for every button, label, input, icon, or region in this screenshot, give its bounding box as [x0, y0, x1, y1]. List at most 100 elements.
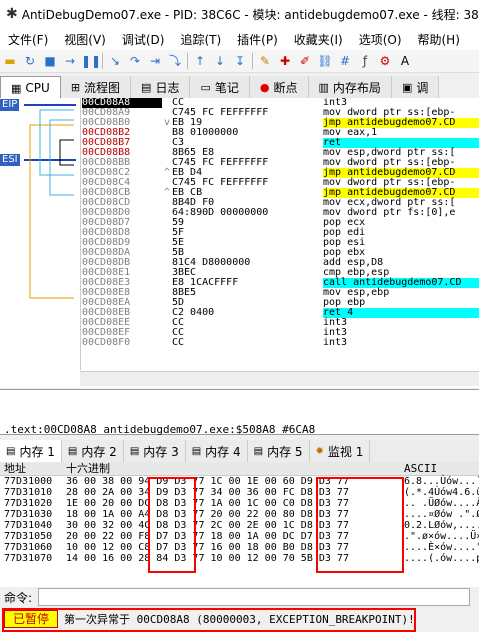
dump-address: 77D31060	[4, 542, 53, 553]
menu-plugins[interactable]: 插件(P)	[229, 31, 286, 48]
toolbar-separator	[102, 53, 103, 69]
disasm-row[interactable]: 00CD08D8 5F pop edi	[80, 228, 479, 238]
cpu-icon: ▦	[11, 81, 22, 95]
dump-address: 77D31040	[4, 520, 53, 531]
restart-icon[interactable]: ↻	[21, 53, 39, 69]
disasm-row[interactable]: 00CD08D0 64:890D 00000000 mov dword ptr fs…	[80, 208, 479, 218]
tab-memory-5[interactable]: ▤ 内存 5	[248, 440, 310, 462]
dump-address: 77D31010	[4, 487, 53, 498]
step-over-icon[interactable]: ↷	[126, 53, 144, 69]
dump-hex: 36 00 38 00 94 D9 D3 77 1C 00 1E 00 60 D…	[66, 476, 349, 487]
pause-icon[interactable]: ❚❚	[81, 53, 101, 69]
jump-arrows	[24, 104, 76, 299]
command-input[interactable]	[38, 588, 471, 606]
disassembly-pane[interactable]: 00CD08A8 CC int3 00CD08A9 C745 FC FEFFFFFF mo…	[80, 98, 479, 370]
disasm-row[interactable]: 00CD08E3 E8 1CACFFFF call antidebugdemo07.…	[80, 278, 479, 288]
dump-ascii: ....(.ów....p[ów	[404, 553, 479, 564]
brush-icon[interactable]: ✐	[296, 53, 314, 69]
open-icon[interactable]: ▬	[1, 53, 19, 69]
disasm-bytes: 5F	[172, 227, 185, 238]
run-to-user-icon[interactable]: ⇥	[146, 53, 164, 69]
pin-icon[interactable]: ✚	[276, 53, 294, 69]
dump-row[interactable]: 77D31050 20 00 22 00 F8 D7 D3 77 18 00 1A…	[0, 531, 479, 542]
disasm-row[interactable]: 00CD08D9 5E pop esi	[80, 238, 479, 248]
dump-row[interactable]: 77D31000 36 00 38 00 94 D9 D3 77 1C 00 1E…	[0, 476, 479, 487]
tab-breakpoints[interactable]: ● 断点	[249, 76, 309, 98]
title-bar: ✱ AntiDebugDemo07.exe - PID: 38C6C - 模块:…	[0, 0, 479, 28]
dump-header: 地址 十六进制 ASCII	[0, 462, 479, 476]
memory-icon: ▤	[253, 445, 264, 457]
arrow-down-icon[interactable]: ↓	[211, 53, 229, 69]
log-icon: ▤	[141, 80, 152, 94]
bookmark-icon[interactable]: #	[336, 53, 354, 69]
disasm-bytes: CC	[172, 317, 185, 328]
dump-hex: 1E 00 20 00 DC D8 D3 77 1A 00 1C 00 C0 D…	[66, 498, 349, 509]
disasm-row[interactable]: 00CD08EB C2 0400 ret 4	[80, 308, 479, 318]
dump-row[interactable]: 77D31020 1E 00 20 00 DC D8 D3 77 1A 00 1C…	[0, 498, 479, 509]
tab-graph[interactable]: ⊞ 流程图	[60, 76, 132, 98]
disasm-row[interactable]: 00CD08F0 CC int3	[80, 338, 479, 348]
status-bar: 已暂停 第一次异常于 00CD08A8 (80000003, EXCEPTION…	[0, 608, 479, 630]
settings-icon[interactable]: ⚙	[376, 53, 394, 69]
disasm-bytes: 5E	[172, 237, 185, 248]
menu-options[interactable]: 选项(O)	[351, 31, 410, 48]
menu-file[interactable]: 文件(F)	[0, 31, 56, 48]
arrow-up-icon[interactable]: ↑	[191, 53, 209, 69]
dump-row[interactable]: 77D31040 30 00 32 00 4C D8 D3 77 2C 00 2E…	[0, 520, 479, 531]
disasm-row[interactable]: 00CD08EE CC int3	[80, 318, 479, 328]
font-icon[interactable]: A	[396, 53, 414, 69]
tab-memory-2[interactable]: ▤ 内存 2	[62, 440, 124, 462]
execute-till-return-icon[interactable]: ⤵	[166, 53, 184, 69]
disasm-row[interactable]: 00CD08E8 8BE5 mov esp,ebp	[80, 288, 479, 298]
disasm-instruction: int3	[323, 337, 348, 348]
menu-favourites[interactable]: 收藏夹(I)	[286, 31, 351, 48]
disasm-row[interactable]: 00CD08EF CC int3	[80, 328, 479, 338]
dump-row[interactable]: 77D31060 10 00 12 00 C8 D7 D3 77 16 00 18…	[0, 542, 479, 553]
menu-bar: 文件(F) 视图(V) 调试(D) 追踪(T) 插件(P) 收藏夹(I) 选项(…	[0, 28, 479, 50]
tab-log[interactable]: ▤ 日志	[131, 76, 191, 98]
dump-hex: 20 00 22 00 F8 D7 D3 77 18 00 1A 00 DC D…	[66, 531, 349, 542]
disasm-row[interactable]: 00CD08B2 B8 01000000 mov eax,1	[80, 128, 479, 138]
disasm-row[interactable]: 00CD08EA 5D pop ebp	[80, 298, 479, 308]
disasm-horizontal-scrollbar[interactable]	[80, 371, 479, 386]
tab-notes[interactable]: ▭ 笔记	[190, 76, 250, 98]
disasm-row[interactable]: 00CD08DB 81C4 D8000000 add esp,D8	[80, 258, 479, 268]
menu-view[interactable]: 视图(V)	[56, 31, 114, 48]
memory-map-icon: ▥	[318, 80, 329, 94]
main-tabs: ▦ CPU ⊞ 流程图 ▤ 日志 ▭ 笔记 ● 断点 ▥ 内存布局 ▣ 调	[0, 76, 479, 99]
dump-address: 77D31020	[4, 498, 53, 509]
disasm-row[interactable]: v 00CD08B0 EB 19 jmp antidebugdemo07.CD	[80, 118, 479, 128]
tab-callstack[interactable]: ▣ 调	[391, 76, 440, 98]
link-icon[interactable]: ⛓	[316, 53, 334, 69]
tab-memory-1[interactable]: ▤ 内存 1	[0, 440, 62, 462]
disasm-row[interactable]: 00CD08DA 5B pop ebx	[80, 248, 479, 258]
status-paused-badge: 已暂停	[4, 610, 59, 628]
disasm-row[interactable]: 00CD08D7 59 pop ecx	[80, 218, 479, 228]
menu-debug[interactable]: 调试(D)	[114, 31, 173, 48]
menu-trace[interactable]: 追踪(T)	[172, 31, 229, 48]
tab-memory-4[interactable]: ▤ 内存 4	[186, 440, 248, 462]
step-into-icon[interactable]: ↘	[106, 53, 124, 69]
memory-tabs: ▤ 内存 1 ▤ 内存 2 ▤ 内存 3 ▤ 内存 4 ▤ 内存 5 ✹ 监视 1	[0, 440, 479, 463]
dump-row[interactable]: 77D31030 18 00 1A 00 A4 D8 D3 77 20 00 22…	[0, 509, 479, 520]
disasm-bytes: 64:890D 00000000	[172, 207, 269, 218]
script-icon[interactable]: ✎	[256, 53, 274, 69]
dump-row[interactable]: 77D31010 28 00 2A 00 34 D9 D3 77 34 00 36…	[0, 487, 479, 498]
dump-address: 77D31030	[4, 509, 53, 520]
tab-memory-3[interactable]: ▤ 内存 3	[124, 440, 186, 462]
toolbar-separator	[187, 53, 188, 69]
memory-dump[interactable]: 地址 十六进制 ASCII 77D31000 36 00 38 00 94 D9 …	[0, 462, 479, 587]
stop-icon[interactable]: ■	[41, 53, 59, 69]
dump-address: 77D31070	[4, 553, 53, 564]
watch-icon: ✹	[315, 445, 324, 457]
dump-row[interactable]: 77D31070 14 00 16 00 28 84 D3 77 10 00 12…	[0, 553, 479, 564]
run-icon[interactable]: →	[61, 53, 79, 69]
tab-cpu[interactable]: ▦ CPU	[0, 76, 61, 99]
trace-icon[interactable]: ↧	[231, 53, 249, 69]
memory-icon: ▤	[67, 445, 78, 457]
menu-help[interactable]: 帮助(H)	[410, 31, 468, 48]
tab-watch-1[interactable]: ✹ 监视 1	[310, 440, 371, 462]
tab-memory-map[interactable]: ▥ 内存布局	[308, 76, 392, 98]
script-fx-icon[interactable]: ƒ	[356, 53, 374, 69]
jump-down-arrow-icon: v	[164, 117, 171, 128]
